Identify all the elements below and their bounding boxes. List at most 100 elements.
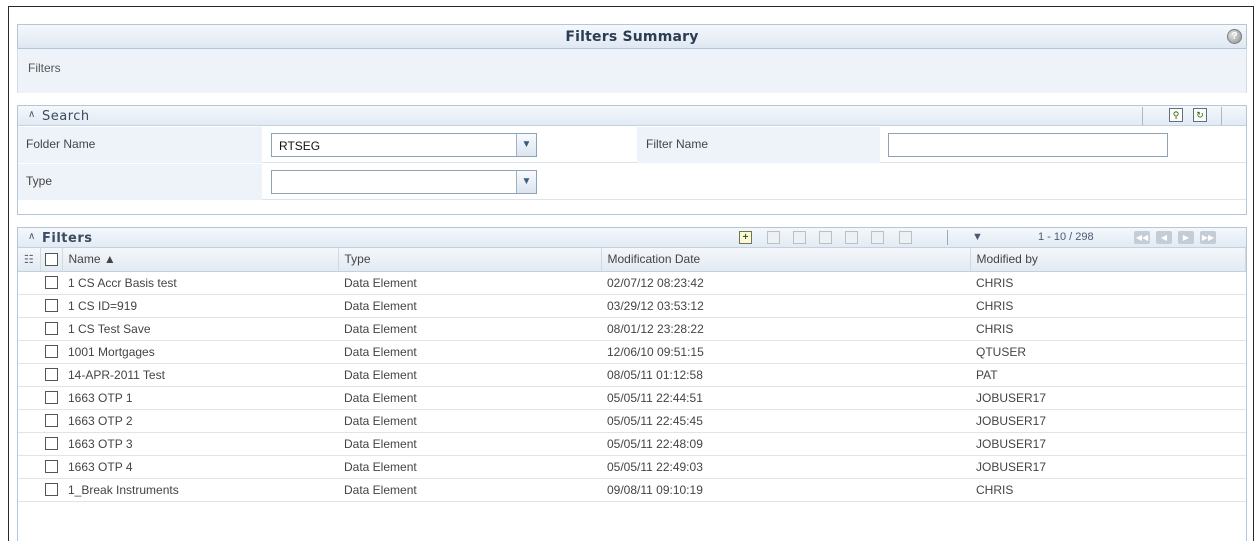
row-checkbox[interactable] bbox=[44, 322, 58, 335]
column-header-modification-date[interactable]: Modification Date bbox=[601, 248, 971, 272]
last-page-icon[interactable]: ▶▶ bbox=[1200, 231, 1216, 244]
row-checkbox[interactable] bbox=[44, 483, 58, 496]
breadcrumb: Filters bbox=[17, 49, 1247, 93]
row-modified-by: JOBUSER17 bbox=[970, 386, 1246, 410]
row-date: 12/06/10 09:51:15 bbox=[601, 340, 970, 364]
next-page-icon[interactable]: ▶ bbox=[1178, 231, 1194, 244]
row-type: Data Element bbox=[338, 294, 601, 318]
table-row[interactable]: 14-APR-2011 Test Data Element 08/05/11 0… bbox=[18, 363, 1246, 387]
delete-icon[interactable] bbox=[871, 231, 884, 244]
row-name: 1663 OTP 2 bbox=[62, 409, 338, 433]
row-type: Data Element bbox=[338, 478, 601, 502]
filters-panel: ∧ Filters + ▼ 1 - 10 / 298 ◀◀ ◀ ▶ ▶▶ ☷ N… bbox=[17, 227, 1247, 541]
folder-name-select[interactable]: RTSEG ▼ bbox=[271, 133, 537, 157]
copy-icon[interactable] bbox=[845, 231, 858, 244]
table-header-row: ☷ Name ▲ Type Modification Date Modified… bbox=[18, 248, 1246, 272]
row-date: 03/29/12 03:53:12 bbox=[601, 294, 970, 318]
prev-page-icon[interactable]: ◀ bbox=[1156, 231, 1172, 244]
table-row[interactable]: 1663 OTP 2 Data Element 05/05/11 22:45:4… bbox=[18, 409, 1246, 433]
search-icon[interactable]: ⚲ bbox=[1169, 108, 1183, 122]
add-icon[interactable]: + bbox=[739, 231, 752, 244]
row-date: 02/07/12 08:23:42 bbox=[601, 271, 970, 295]
page-title: Filters Summary bbox=[565, 29, 699, 45]
row-date: 05/05/11 22:44:51 bbox=[601, 386, 970, 410]
row-type: Data Element bbox=[338, 386, 601, 410]
type-select[interactable]: ▼ bbox=[271, 170, 537, 194]
row-type: Data Element bbox=[338, 317, 601, 341]
hierarchy-column: ☷ bbox=[18, 248, 41, 272]
first-page-icon[interactable]: ◀◀ bbox=[1134, 231, 1150, 244]
row-name: 1 CS ID=919 bbox=[62, 294, 338, 318]
search-toolbar: ⚲ ↻ bbox=[1142, 107, 1222, 125]
chevron-down-icon[interactable]: ▼ bbox=[516, 171, 536, 193]
filter-name-input[interactable] bbox=[888, 133, 1168, 157]
row-checkbox[interactable] bbox=[44, 276, 58, 289]
select-all-checkbox[interactable] bbox=[44, 252, 58, 266]
row-date: 09/08/11 09:10:19 bbox=[601, 478, 970, 502]
help-icon[interactable]: ? bbox=[1227, 29, 1242, 44]
table-row[interactable]: 1 CS ID=919 Data Element 03/29/12 03:53:… bbox=[18, 294, 1246, 318]
breadcrumb-item: Filters bbox=[28, 61, 61, 75]
row-checkbox[interactable] bbox=[44, 345, 58, 358]
row-type: Data Element bbox=[338, 432, 601, 456]
search-panel-title: Search bbox=[42, 109, 90, 124]
table-row[interactable]: 1663 OTP 1 Data Element 05/05/11 22:44:5… bbox=[18, 386, 1246, 410]
filters-summary-window: Filters Summary ? Filters ∧ Search ⚲ ↻ F… bbox=[8, 6, 1254, 541]
row-date: 05/05/11 22:45:45 bbox=[601, 409, 970, 433]
row-modified-by: JOBUSER17 bbox=[970, 432, 1246, 456]
row-type: Data Element bbox=[338, 455, 601, 479]
row-checkbox[interactable] bbox=[44, 437, 58, 450]
row-name: 1 CS Accr Basis test bbox=[62, 271, 338, 295]
row-name: 1663 OTP 4 bbox=[62, 455, 338, 479]
table-row[interactable]: 1663 OTP 3 Data Element 05/05/11 22:48:0… bbox=[18, 432, 1246, 456]
type-row: Type ▼ bbox=[18, 164, 1246, 200]
table-row[interactable]: 1663 OTP 4 Data Element 05/05/11 22:49:0… bbox=[18, 455, 1246, 479]
row-date: 05/05/11 22:49:03 bbox=[601, 455, 970, 479]
collapse-icon[interactable]: ∧ bbox=[28, 109, 35, 120]
row-date: 08/05/11 01:12:58 bbox=[601, 363, 970, 387]
row-checkbox[interactable] bbox=[44, 460, 58, 473]
row-date: 05/05/11 22:48:09 bbox=[601, 432, 970, 456]
row-checkbox[interactable] bbox=[44, 414, 58, 427]
row-name: 1663 OTP 3 bbox=[62, 432, 338, 456]
row-checkbox[interactable] bbox=[44, 391, 58, 404]
row-modified-by: CHRIS bbox=[970, 478, 1246, 502]
folder-name-label: Folder Name bbox=[18, 127, 262, 163]
column-header-type[interactable]: Type bbox=[338, 248, 602, 272]
column-header-name[interactable]: Name ▲ bbox=[62, 248, 339, 272]
row-modified-by: CHRIS bbox=[970, 294, 1246, 318]
check-dependency-icon[interactable] bbox=[899, 231, 912, 244]
table-row[interactable]: 1001 Mortgages Data Element 12/06/10 09:… bbox=[18, 340, 1246, 364]
row-checkbox[interactable] bbox=[44, 368, 58, 381]
row-modified-by: JOBUSER17 bbox=[970, 409, 1246, 433]
filters-toolbar: + ▼ bbox=[718, 228, 983, 248]
view-icon[interactable] bbox=[767, 231, 780, 244]
row-name: 14-APR-2011 Test bbox=[62, 363, 338, 387]
row-name: 1 CS Test Save bbox=[62, 317, 338, 341]
filter-name-label: Filter Name bbox=[637, 127, 880, 163]
type-label: Type bbox=[18, 164, 262, 200]
folder-name-value: RTSEG bbox=[279, 139, 321, 153]
row-type: Data Element bbox=[338, 340, 601, 364]
row-name: 1663 OTP 1 bbox=[62, 386, 338, 410]
reset-icon[interactable]: ↻ bbox=[1193, 108, 1207, 122]
filters-table: ☷ Name ▲ Type Modification Date Modified… bbox=[18, 248, 1246, 502]
table-row[interactable]: 1_Break Instruments Data Element 09/08/1… bbox=[18, 478, 1246, 502]
chevron-down-icon[interactable]: ▼ bbox=[516, 134, 536, 156]
row-modified-by: JOBUSER17 bbox=[970, 455, 1246, 479]
column-header-modified-by[interactable]: Modified by bbox=[970, 248, 1246, 272]
select-all-column bbox=[40, 248, 63, 272]
title-bar: Filters Summary ? bbox=[17, 24, 1247, 49]
hierarchy-icon[interactable]: ☷ bbox=[18, 253, 40, 266]
table-row[interactable]: 1 CS Accr Basis test Data Element 02/07/… bbox=[18, 271, 1246, 295]
pagination-label: 1 - 10 / 298 bbox=[1038, 231, 1094, 243]
row-type: Data Element bbox=[338, 409, 601, 433]
row-date: 08/01/12 23:28:22 bbox=[601, 317, 970, 341]
edit-icon[interactable] bbox=[793, 231, 806, 244]
save-as-icon[interactable] bbox=[819, 231, 832, 244]
row-checkbox[interactable] bbox=[44, 299, 58, 312]
table-row[interactable]: 1 CS Test Save Data Element 08/01/12 23:… bbox=[18, 317, 1246, 341]
toolbar-divider bbox=[947, 230, 948, 245]
collapse-icon[interactable]: ∧ bbox=[28, 231, 35, 242]
filter-icon[interactable]: ▼ bbox=[972, 231, 983, 243]
